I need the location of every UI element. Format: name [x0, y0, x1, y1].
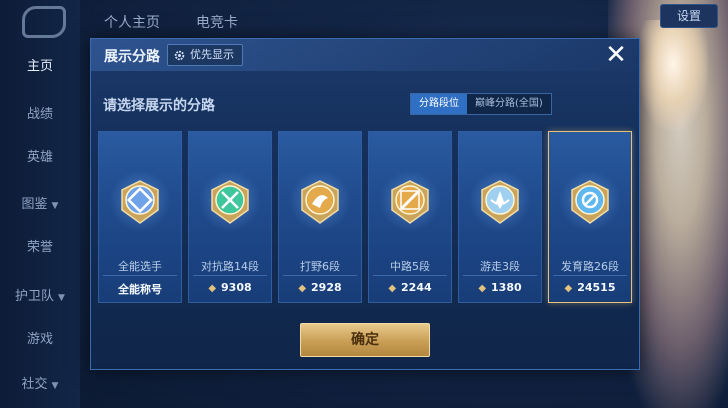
sidebar-item[interactable]: 战绩 — [0, 100, 80, 130]
chevron-down-icon: ▼ — [51, 381, 59, 391]
sidebar-item-label: 英雄 — [26, 150, 53, 165]
game-logo-icon — [22, 6, 66, 38]
sidebar-item[interactable]: 图鉴 ▼ — [0, 190, 80, 220]
card-divider — [193, 275, 267, 276]
lane-card-score: ◆ 2244 — [369, 281, 451, 294]
lane-card[interactable]: 全能选手 全能称号 — [98, 131, 182, 303]
select-lane-prompt: 请选择展示的分路 — [103, 98, 215, 114]
lane-card-score-value: 2244 — [401, 281, 432, 294]
tab-personal-home[interactable]: 个人主页 — [104, 12, 160, 32]
lane-card-score: ◆ 1380 — [459, 281, 541, 294]
sidebar-item[interactable]: 英雄 — [0, 143, 80, 173]
settings-button[interactable]: 设置 — [660, 4, 718, 28]
sidebar-item-label: 主页 — [26, 59, 53, 74]
card-divider — [463, 275, 537, 276]
lane-card-name: 全能选手 — [118, 260, 162, 273]
sidebar-item[interactable]: 荣誉 — [0, 233, 80, 263]
sidebar-item[interactable]: 社交 ▼ — [0, 370, 80, 400]
lane-card-score-value: 24515 — [577, 281, 616, 294]
display-lane-dialog: 展示分路 优先显示 ✕ 请选择展示的分路 分路段位 巅峰分路(全国) 全能选手全… — [90, 38, 640, 370]
lane-card-name: 对抗路14段 — [201, 260, 259, 273]
roam-emblem-icon — [481, 180, 519, 224]
close-button[interactable]: ✕ — [601, 41, 631, 71]
confirm-button[interactable]: 确定 — [300, 323, 430, 357]
mid-lane-emblem-icon — [391, 180, 429, 224]
clash-lane-emblem-icon — [211, 180, 249, 224]
card-divider — [103, 275, 177, 276]
rank-points-icon: ◆ — [208, 283, 217, 294]
lane-card-score-value: 1380 — [491, 281, 522, 294]
chevron-down-icon: ▼ — [58, 293, 65, 303]
sidebar-item[interactable]: 游戏 — [0, 325, 80, 355]
sidebar-item-label: 战绩 — [26, 107, 53, 122]
sidebar-item[interactable]: 主页 — [0, 52, 80, 82]
priority-display-button[interactable]: 优先显示 — [167, 44, 243, 66]
rank-points-icon: ◆ — [478, 283, 487, 294]
lane-card-score-value: 9308 — [221, 281, 252, 294]
sidebar-item-label: 社交 — [21, 377, 48, 392]
lane-card-name: 发育路26段 — [561, 260, 619, 273]
sidebar: 主页 战绩 英雄 图鉴 ▼ 荣誉 护卫队 ▼ 游戏 社交 ▼ — [0, 0, 80, 408]
lane-card-score: ◆ 2928 — [279, 281, 361, 294]
farm-lane-emblem-icon — [571, 180, 609, 224]
card-divider — [283, 275, 357, 276]
lane-card[interactable]: 对抗路14段 ◆ 9308 — [188, 131, 272, 303]
rank-points-icon: ◆ — [388, 283, 397, 294]
toggle-lane-rank[interactable]: 分路段位 — [411, 94, 467, 114]
jungle-emblem-icon — [301, 180, 339, 224]
lane-card-score: ◆ 9308 — [189, 281, 271, 294]
priority-display-label: 优先显示 — [190, 48, 234, 61]
lane-card-name: 游走3段 — [480, 260, 520, 273]
toggle-peak-lane[interactable]: 巅峰分路(全国) — [467, 94, 551, 114]
tab-esports-card[interactable]: 电竞卡 — [196, 12, 238, 32]
gear-icon — [174, 50, 185, 60]
lane-card-score: ◆ 24515 — [549, 281, 631, 294]
lane-card-score-value: 2928 — [311, 281, 342, 294]
lane-card[interactable]: 打野6段 ◆ 2928 — [278, 131, 362, 303]
sidebar-item-label: 荣誉 — [26, 240, 53, 255]
lane-card[interactable]: 发育路26段 ◆ 24515 — [548, 131, 632, 303]
all-round-emblem-icon — [121, 180, 159, 224]
lane-card[interactable]: 中路5段 ◆ 2244 — [368, 131, 452, 303]
dialog-title: 展示分路 — [104, 49, 160, 65]
sidebar-item-label: 游戏 — [26, 332, 53, 347]
lane-card-score-value: 全能称号 — [118, 283, 162, 296]
rank-points-icon: ◆ — [298, 283, 307, 294]
lane-card-name: 打野6段 — [300, 260, 340, 273]
lane-card-score: 全能称号 — [99, 281, 181, 297]
hero-art-highlight — [638, 20, 708, 130]
lane-mode-toggle: 分路段位 巅峰分路(全国) — [410, 93, 552, 115]
lane-card-name: 中路5段 — [390, 260, 430, 273]
chevron-down-icon: ▼ — [51, 201, 59, 211]
sidebar-item[interactable]: 护卫队 ▼ — [0, 282, 80, 312]
lane-card[interactable]: 游走3段 ◆ 1380 — [458, 131, 542, 303]
card-divider — [373, 275, 447, 276]
rank-points-icon: ◆ — [564, 283, 573, 294]
sidebar-item-label: 护卫队 — [15, 289, 55, 304]
sidebar-item-label: 图鉴 — [21, 197, 48, 212]
card-divider — [553, 275, 627, 276]
